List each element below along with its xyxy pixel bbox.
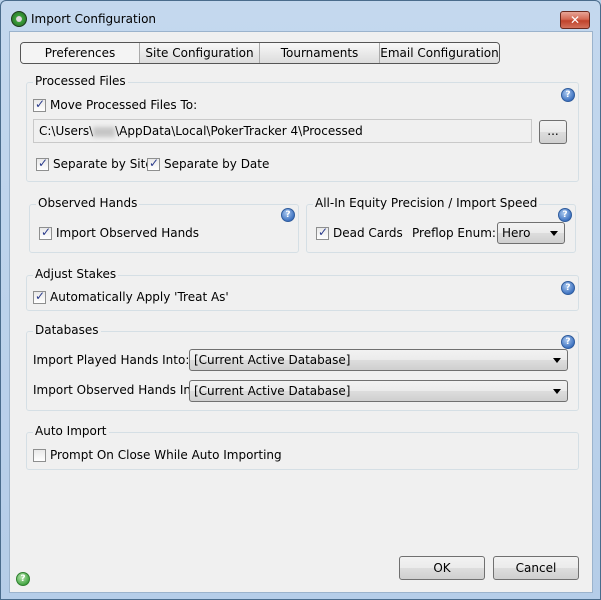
pokertracker-app-icon [11,11,27,27]
adjust-stakes-title: Adjust Stakes [33,267,119,281]
checkbox-icon [33,289,46,304]
separate-by-date-label: Separate by Date [164,157,270,171]
separate-by-site-checkbox[interactable]: Separate by Site [36,156,153,171]
dropdown-arrow-icon [550,231,558,236]
ok-button[interactable]: OK [399,556,485,580]
all-in-equity-title: All-In Equity Precision / Import Speed [313,196,540,210]
checkbox-icon [316,225,329,240]
import-played-hands-label: Import Played Hands Into: [33,353,190,367]
observed-hands-group: Observed Hands ? Import Observed Hands [29,196,299,253]
dialog-body: Preferences Site Configuration Tournamen… [9,31,593,593]
processed-files-group: Processed Files ? Move Processed Files T… [26,74,579,182]
dropdown-arrow-icon [553,389,561,394]
processed-path-field[interactable]: C:\Users\ \AppData\Local\PokerTracker 4\P… [33,119,532,143]
separate-by-date-checkbox[interactable]: Separate by Date [147,156,270,171]
processed-files-title: Processed Files [33,74,128,88]
played-hands-database-dropdown[interactable]: [Current Active Database] [189,349,568,371]
preflop-enum-dropdown[interactable]: Hero [497,222,565,244]
cancel-button[interactable]: Cancel [493,556,579,580]
dead-cards-label: Dead Cards [333,226,403,240]
preflop-enum-value: Hero [502,226,531,240]
help-icon[interactable]: ? [558,208,572,222]
window-title: Import Configuration [31,12,157,26]
prompt-on-close-label: Prompt On Close While Auto Importing [50,448,282,462]
import-observed-hands-checkbox[interactable]: Import Observed Hands [39,225,200,240]
checkbox-icon [33,448,46,462]
tab-site-configuration[interactable]: Site Configuration [140,43,260,63]
played-hands-database-value: [Current Active Database] [194,353,351,367]
prompt-on-close-checkbox[interactable]: Prompt On Close While Auto Importing [33,448,282,462]
all-in-equity-group: All-In Equity Precision / Import Speed ?… [306,196,576,253]
observed-hands-database-value: [Current Active Database] [194,384,351,398]
separate-by-site-label: Separate by Site [53,157,153,171]
help-icon[interactable]: ? [561,88,575,102]
import-observed-hands-label: Import Observed Hands [56,226,200,240]
path-prefix: C:\Users\ [39,124,94,138]
tab-email-configuration[interactable]: Email Configuration [380,43,499,63]
move-processed-files-label: Move Processed Files To: [50,98,198,112]
help-icon[interactable]: ? [561,335,575,349]
dropdown-arrow-icon [553,358,561,363]
databases-title: Databases [33,323,101,337]
treat-as-label: Automatically Apply 'Treat As' [50,290,229,304]
preflop-enum-label: Preflop Enum: [412,226,496,240]
import-configuration-window: Import Configuration ✕ Preferences Site … [0,0,601,600]
help-icon[interactable]: ? [16,572,30,586]
import-observed-hands-into-label: Import Observed Hands Into: [33,383,208,397]
redacted-username [93,126,116,137]
dead-cards-checkbox[interactable]: Dead Cards [316,225,403,240]
adjust-stakes-group: Adjust Stakes ? Automatically Apply 'Tre… [26,267,579,311]
help-icon[interactable]: ? [281,208,295,222]
browse-button[interactable]: ... [539,120,567,144]
move-processed-files-checkbox[interactable]: Move Processed Files To: [33,97,198,112]
treat-as-checkbox[interactable]: Automatically Apply 'Treat As' [33,289,229,304]
path-suffix: \AppData\Local\PokerTracker 4\Processed [115,124,363,138]
databases-group: Databases ? Import Played Hands Into: [C… [26,323,579,411]
tab-preferences[interactable]: Preferences [21,43,140,63]
close-button[interactable]: ✕ [560,11,590,29]
observed-hands-title: Observed Hands [36,196,140,210]
tab-bar: Preferences Site Configuration Tournamen… [20,42,500,64]
tab-tournaments[interactable]: Tournaments [260,43,380,63]
checkbox-icon [36,156,49,171]
auto-import-title: Auto Import [33,424,109,438]
observed-hands-database-dropdown[interactable]: [Current Active Database] [189,380,568,402]
checkbox-icon [33,97,46,112]
title-bar[interactable]: Import Configuration ✕ [1,1,600,31]
checkbox-icon [147,156,160,171]
help-icon[interactable]: ? [561,281,575,295]
checkbox-icon [39,225,52,240]
auto-import-group: Auto Import Prompt On Close While Auto I… [26,424,579,470]
